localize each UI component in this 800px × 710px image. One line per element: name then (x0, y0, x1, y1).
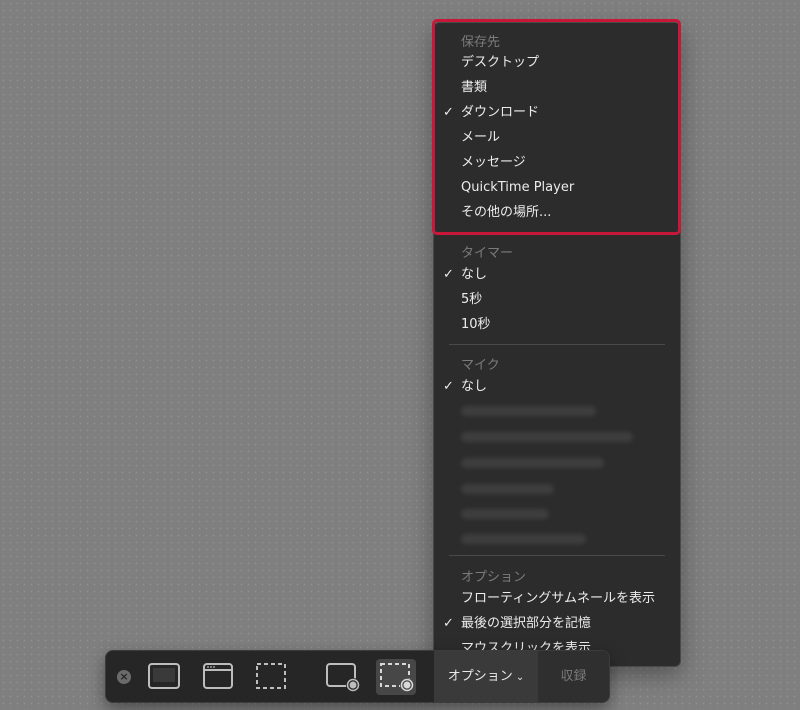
record-entire-screen-button[interactable] (322, 659, 362, 695)
menu-item-label: なし (461, 379, 488, 394)
screen-icon (148, 663, 180, 689)
menu-item-messages[interactable]: メッセージ (434, 152, 680, 174)
menu-item-label: ダウンロード (461, 105, 540, 120)
record-button-label: 収録 (560, 669, 587, 684)
redacted-mic-device[interactable] (461, 458, 604, 468)
options-header: オプション (461, 570, 527, 585)
menu-item-quicktime[interactable]: QuickTime Player (434, 177, 680, 199)
menu-item-label: メッセージ (461, 155, 526, 170)
checkmark-icon: ✓ (443, 267, 454, 282)
menu-item-label: なし (461, 267, 488, 282)
close-icon[interactable]: × (117, 670, 131, 684)
save-location-header: 保存先 (461, 35, 501, 50)
menu-item-label: 5秒 (461, 292, 483, 307)
menu-item-label: メール (461, 130, 501, 145)
chevron-down-icon: ⌄ (515, 672, 525, 683)
menu-item-mail[interactable]: メール (434, 127, 680, 149)
checkmark-icon: ✓ (443, 105, 454, 120)
menu-separator (449, 555, 665, 556)
menu-item-floating-thumbnail[interactable]: フローティングサムネールを表示 (434, 588, 680, 610)
menu-separator (449, 344, 665, 345)
window-icon (203, 663, 233, 689)
capture-entire-screen-button[interactable] (144, 659, 184, 695)
microphone-header: マイク (461, 358, 500, 373)
redacted-mic-device[interactable] (461, 406, 596, 416)
menu-item-label: QuickTime Player (461, 180, 575, 195)
menu-item-timer-10s[interactable]: 10秒 (434, 314, 680, 336)
record-selection-icon (380, 663, 414, 692)
menu-item-desktop[interactable]: デスクトップ (434, 52, 680, 74)
menu-item-label: 最後の選択部分を記憶 (461, 616, 592, 631)
redacted-mic-device[interactable] (461, 484, 554, 494)
menu-item-label: フローティングサムネールを表示 (461, 591, 655, 606)
menu-item-remember-selection[interactable]: ✓ 最後の選択部分を記憶 (434, 613, 680, 635)
redacted-mic-device[interactable] (461, 509, 549, 519)
menu-item-downloads[interactable]: ✓ ダウンロード (434, 102, 680, 124)
capture-selection-button[interactable] (251, 659, 291, 695)
record-button[interactable]: 収録 (538, 651, 609, 702)
menu-item-documents[interactable]: 書類 (434, 77, 680, 99)
menu-item-timer-none[interactable]: ✓ なし (434, 264, 680, 286)
record-selection-button[interactable] (376, 659, 416, 695)
menu-item-label: 10秒 (461, 317, 491, 332)
record-screen-icon (326, 663, 360, 692)
menu-separator (449, 232, 665, 233)
options-button-label: オプション (447, 669, 513, 684)
redacted-mic-device[interactable] (461, 432, 633, 442)
checkmark-icon: ✓ (443, 379, 454, 394)
timer-header: タイマー (461, 246, 514, 261)
menu-item-label: その他の場所... (461, 205, 552, 220)
options-button[interactable]: オプション ⌄ (434, 651, 538, 702)
dashed-selection-icon (256, 663, 286, 689)
menu-item-other-location[interactable]: その他の場所... (434, 202, 680, 224)
screenshot-toolbar: × オプション ⌄ 収録 (105, 650, 610, 703)
menu-item-label: 書類 (461, 80, 488, 95)
capture-window-button[interactable] (198, 659, 238, 695)
menu-item-timer-5s[interactable]: 5秒 (434, 289, 680, 311)
redacted-mic-device[interactable] (461, 534, 586, 544)
options-dropdown-menu: 保存先 デスクトップ 書類 ✓ ダウンロード メール メッセージ QuickTi… (433, 22, 681, 667)
menu-item-label: デスクトップ (461, 55, 540, 70)
menu-item-mic-none[interactable]: ✓ なし (434, 376, 680, 398)
checkmark-icon: ✓ (443, 616, 454, 631)
